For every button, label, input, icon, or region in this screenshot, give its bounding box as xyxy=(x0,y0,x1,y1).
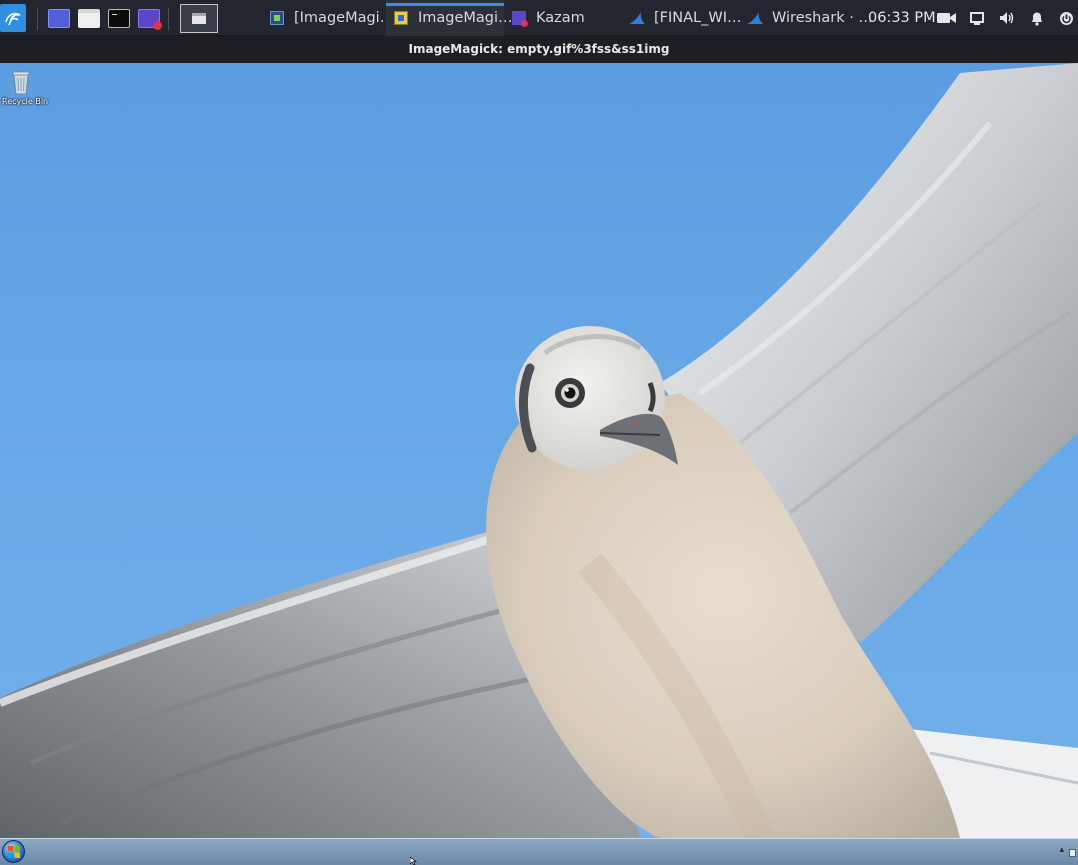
kazam-launcher[interactable] xyxy=(138,9,162,30)
window-title[interactable]: ImageMagick: empty.gif%3fss&ss1img xyxy=(0,36,1078,63)
wireshark-icon xyxy=(629,12,645,24)
desktop-wallpaper: Recycle Bin xyxy=(0,63,1078,838)
seagull-image xyxy=(0,63,1078,838)
panel-separator xyxy=(37,8,38,30)
imagemagick-icon xyxy=(394,11,408,25)
task-wireshark[interactable]: Wireshark · … xyxy=(738,0,873,36)
file-manager-launcher[interactable] xyxy=(78,9,100,28)
wireshark-icon xyxy=(747,12,763,24)
volume-icon[interactable] xyxy=(998,9,1016,27)
task-label: [FINAL_WI… xyxy=(654,10,742,26)
panel-separator xyxy=(168,8,169,30)
windows-taskbar: ▴ xyxy=(0,838,1078,865)
workspace-window-icon xyxy=(192,13,206,24)
desktop-icon-recycle-bin[interactable]: Recycle Bin xyxy=(2,69,49,106)
task-kazam[interactable]: Kazam xyxy=(504,0,620,36)
imagemagick-icon xyxy=(270,11,284,25)
task-label: ImageMagi… xyxy=(418,10,513,26)
kali-menu-button[interactable] xyxy=(0,4,26,32)
camera-icon[interactable] xyxy=(937,9,957,27)
windows-start-button[interactable] xyxy=(2,840,25,863)
terminal-launcher[interactable] xyxy=(108,9,130,28)
windows-start-icon xyxy=(7,845,20,858)
task-label: Kazam xyxy=(536,10,585,26)
show-desktop-button[interactable] xyxy=(1069,849,1076,857)
panel-clock[interactable]: 06:33 PM xyxy=(868,0,936,36)
recycle-bin-icon xyxy=(12,69,30,95)
window-icon[interactable] xyxy=(969,9,985,27)
workspace-switcher[interactable] xyxy=(180,4,218,33)
power-icon[interactable] xyxy=(1058,9,1074,27)
task-label: Wireshark · … xyxy=(772,10,873,26)
task-imagemagick-2[interactable]: ImageMagi… xyxy=(386,0,513,36)
task-imagemagick-1[interactable]: [ImageMagi… xyxy=(262,0,394,36)
tray-chevron-icon[interactable]: ▴ xyxy=(1059,845,1064,855)
kazam-icon xyxy=(512,11,528,27)
show-desktop-launcher[interactable] xyxy=(48,9,70,28)
window-buttons: [ImageMagi… ImageMagi… Kazam [FINAL_WI… … xyxy=(262,0,873,36)
task-label: [ImageMagi… xyxy=(294,10,395,26)
top-panel: [ImageMagi… ImageMagi… Kazam [FINAL_WI… … xyxy=(0,0,1078,36)
kali-dragon-icon xyxy=(5,12,21,26)
bell-icon[interactable] xyxy=(1029,9,1045,27)
task-final-wireshark[interactable]: [FINAL_WI… xyxy=(620,0,742,36)
recycle-bin-label: Recycle Bin xyxy=(2,97,49,106)
